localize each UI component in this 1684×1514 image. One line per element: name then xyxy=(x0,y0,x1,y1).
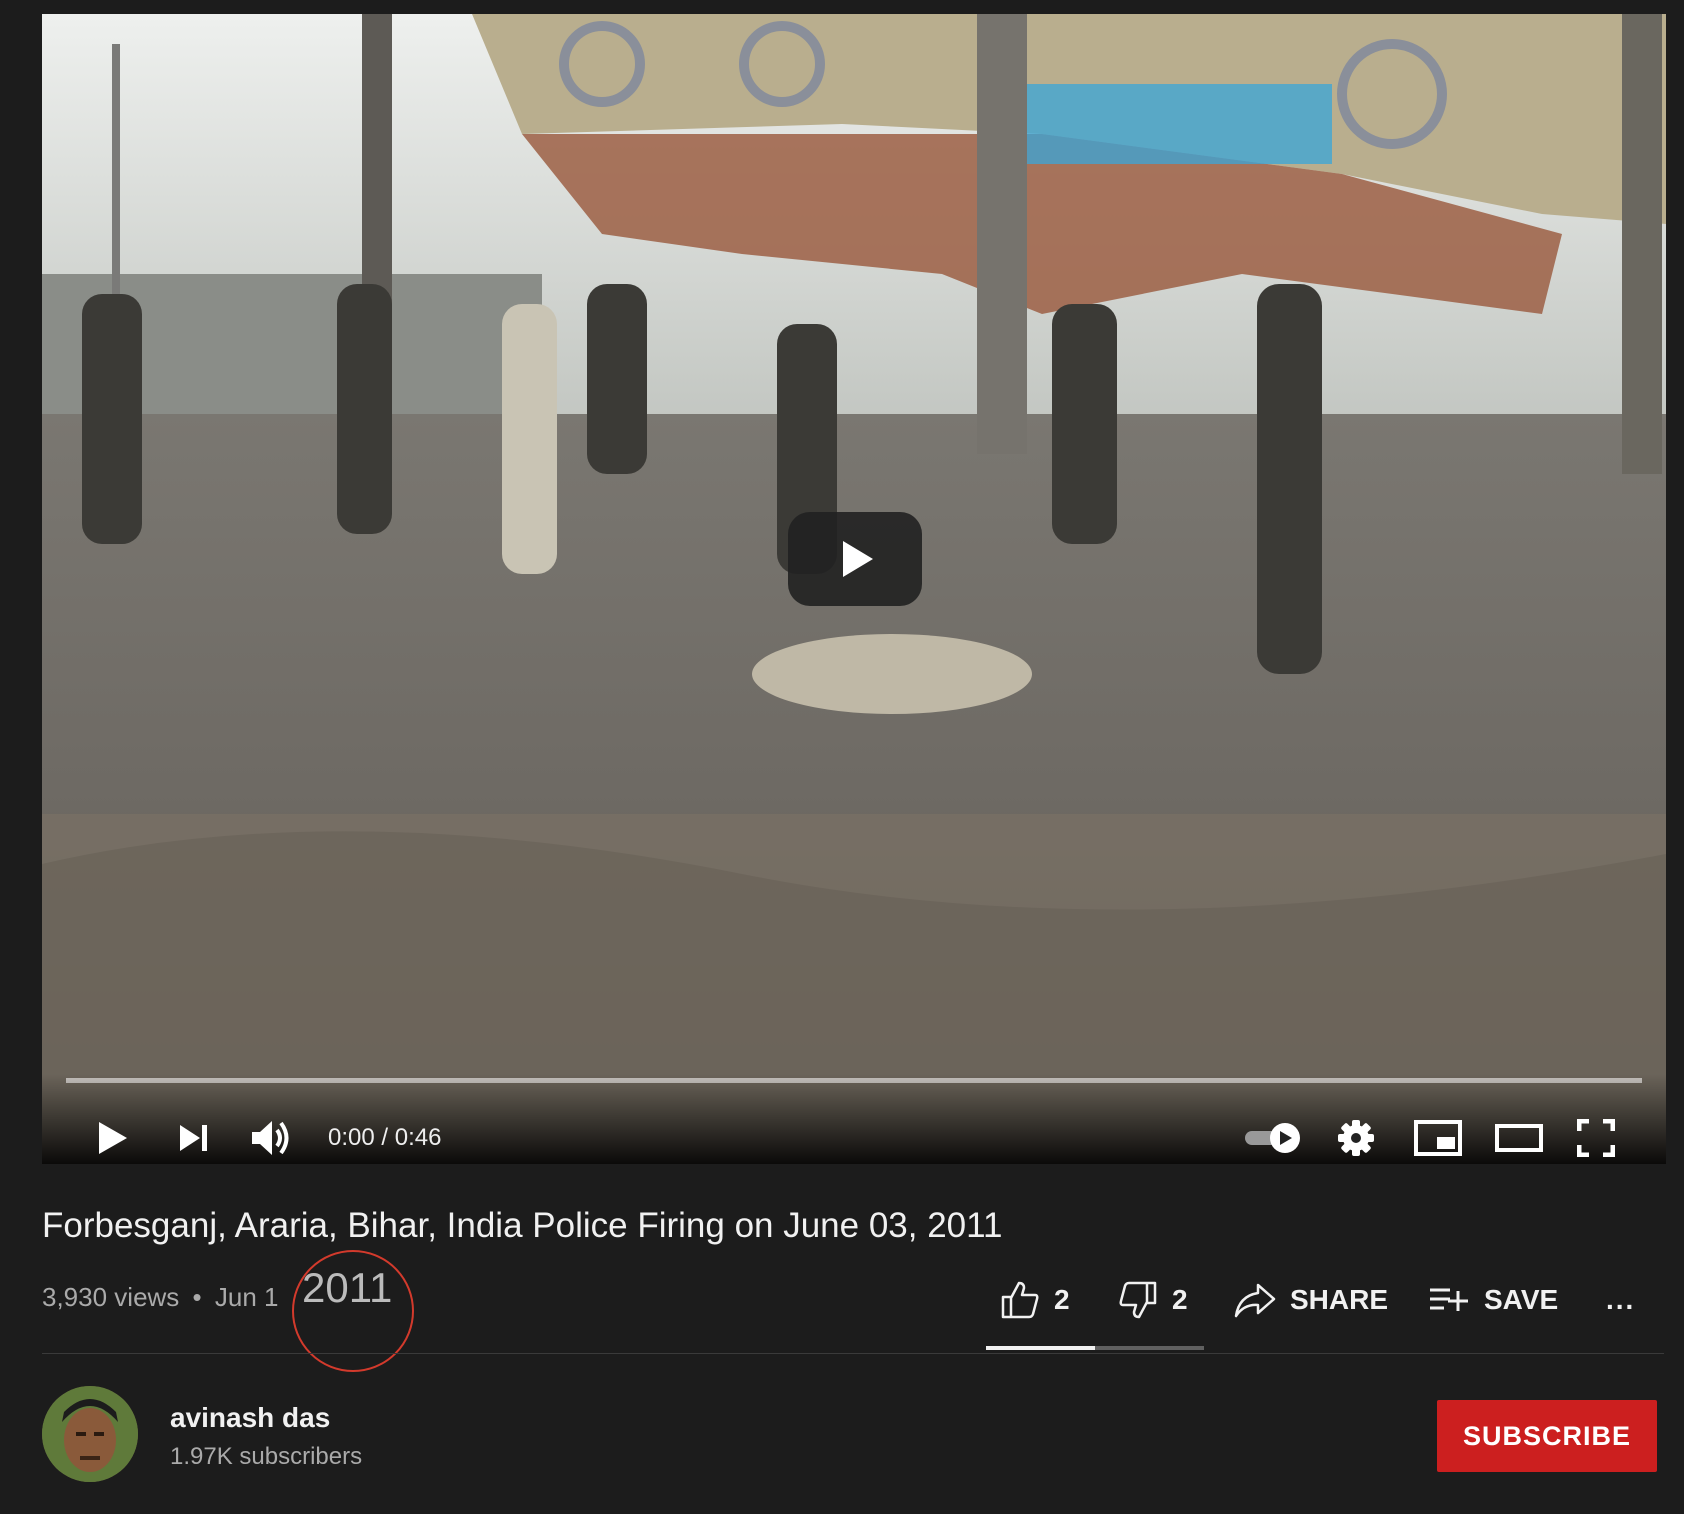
save-icon xyxy=(1430,1288,1468,1311)
like-icon xyxy=(1001,1281,1039,1319)
player-controls: 0:00 / 0:46 xyxy=(42,1074,1666,1164)
play-button[interactable] xyxy=(90,1116,134,1160)
video-player[interactable]: 0:00 / 0:46 xyxy=(42,14,1666,1164)
time-display: 0:00 / 0:46 xyxy=(328,1124,442,1151)
theater-mode-button[interactable] xyxy=(1494,1116,1544,1160)
autoplay-toggle-icon xyxy=(1245,1123,1300,1153)
next-button[interactable] xyxy=(172,1116,216,1160)
avatar[interactable] xyxy=(42,1386,138,1482)
like-button[interactable]: 2 xyxy=(1000,1272,1070,1328)
view-count: 3,930 views xyxy=(42,1282,180,1312)
volume-icon xyxy=(252,1121,289,1155)
play-icon xyxy=(843,541,873,577)
video-meta: 3,930 views • Jun 1 xyxy=(42,1282,279,1313)
settings-button[interactable] xyxy=(1334,1116,1378,1160)
miniplayer-button[interactable] xyxy=(1412,1116,1464,1160)
dislike-icon xyxy=(1119,1281,1157,1319)
next-icon xyxy=(180,1125,207,1151)
more-icon: ... xyxy=(1606,1284,1636,1315)
like-dislike-bar xyxy=(986,1346,1204,1350)
settings-icon xyxy=(1338,1120,1374,1156)
more-actions-button[interactable]: ... xyxy=(1606,1272,1635,1328)
share-button[interactable]: SHARE xyxy=(1234,1272,1388,1328)
channel-avatar-image xyxy=(42,1386,138,1482)
subscriber-count: 1.97K subscribers xyxy=(170,1443,363,1470)
autoplay-toggle[interactable] xyxy=(1242,1116,1304,1160)
big-play-button[interactable] xyxy=(788,512,922,606)
upload-date: Jun 1 xyxy=(214,1282,279,1312)
divider xyxy=(42,1353,1664,1354)
like-fraction-fill xyxy=(986,1346,1095,1350)
channel-name[interactable]: avinash das xyxy=(170,1402,330,1434)
video-title: Forbesganj, Araria, Bihar, India Police … xyxy=(42,1206,1003,1245)
miniplayer-icon xyxy=(1414,1120,1462,1156)
share-icon xyxy=(1234,1283,1276,1318)
fullscreen-icon xyxy=(1577,1119,1615,1157)
like-count: 2 xyxy=(1054,1284,1070,1315)
share-label: SHARE xyxy=(1290,1284,1389,1315)
dislike-count: 2 xyxy=(1172,1284,1188,1315)
meta-separator: • xyxy=(192,1282,202,1312)
subscribe-button[interactable]: SUBSCRIBE xyxy=(1437,1400,1657,1472)
theater-icon xyxy=(1495,1124,1543,1152)
save-button[interactable]: SAVE xyxy=(1428,1272,1558,1328)
dislike-button[interactable]: 2 xyxy=(1118,1272,1188,1328)
play-icon xyxy=(99,1122,127,1154)
fullscreen-button[interactable] xyxy=(1574,1116,1618,1160)
save-label: SAVE xyxy=(1484,1284,1559,1315)
volume-button[interactable] xyxy=(250,1116,294,1160)
